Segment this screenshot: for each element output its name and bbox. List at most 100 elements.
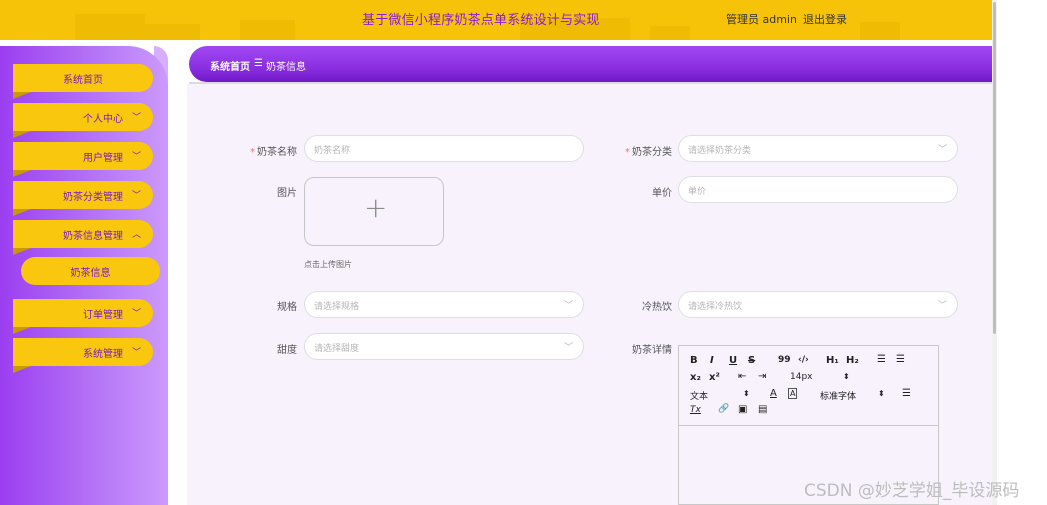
strike-button[interactable]: S <box>748 355 755 366</box>
chevron-updown-icon: ⬍ <box>843 372 850 381</box>
code-block-button[interactable]: ‹/› <box>798 355 809 365</box>
chevron-down-icon: ﹀ <box>937 301 947 311</box>
sweetness-select-placeholder: 请选择甜度 <box>314 344 360 354</box>
sidebar-item-label: 奶茶信息管理 <box>63 231 123 242</box>
spec-select-placeholder: 请选择规格 <box>314 302 360 312</box>
paragraph-format-select[interactable]: 文本 <box>690 389 708 402</box>
top-header: 基于微信小程序奶茶点单系统设计与实现 管理员 admin 退出登录 <box>0 0 992 40</box>
image-upload-hint: 点击上传图片 <box>304 260 352 269</box>
background-color-button[interactable]: A <box>788 388 798 399</box>
spec-field-label: 规格 <box>277 302 297 313</box>
bullet-list-button[interactable]: ☰ <box>896 354 905 365</box>
image-button[interactable]: ▣ <box>738 404 747 415</box>
plus-icon: + <box>364 191 388 224</box>
ordered-list-button[interactable]: ☰ <box>877 354 886 365</box>
temperature-select-placeholder: 请选择冷热饮 <box>688 302 743 312</box>
ribbon-fold <box>13 170 31 177</box>
sweetness-field-label: 甜度 <box>277 345 297 356</box>
image-field-label: 图片 <box>277 188 297 199</box>
header-decoration <box>650 26 690 40</box>
subscript-button[interactable]: x₂ <box>690 372 701 383</box>
sidebar-item-label: 奶茶分类管理 <box>63 192 123 203</box>
heading-2-button[interactable]: H₂ <box>846 355 859 366</box>
ribbon-fold <box>13 327 31 334</box>
price-field-label: 单价 <box>652 188 672 199</box>
heading-1-button[interactable]: H₁ <box>826 355 839 366</box>
spec-select[interactable]: 请选择规格 ﹀ <box>304 291 584 318</box>
app-title: 基于微信小程序奶茶点单系统设计与实现 <box>362 13 600 28</box>
chevron-down-icon: ﹀ <box>131 191 141 201</box>
detail-field-label: 奶茶详情 <box>632 345 672 356</box>
ribbon-fold <box>13 131 31 138</box>
font-color-button[interactable]: A <box>770 388 777 399</box>
name-input[interactable]: 奶茶名称 <box>304 135 584 162</box>
sidebar-item-user-management[interactable]: 用户管理 ﹀ <box>13 142 153 177</box>
watermark-text: CSDN @妙芝学姐_毕设源码 <box>804 481 1020 501</box>
editor-toolbar: B I U S 99 ‹/› H₁ H₂ ☰ ☰ x₂ x² ⇤ ⇥ 14px … <box>679 346 938 426</box>
ribbon-fold <box>13 92 31 99</box>
app-page: 基于微信小程序奶茶点单系统设计与实现 管理员 admin 退出登录 系统首页 个… <box>0 0 1047 505</box>
sidebar-item-tea-info-management[interactable]: 奶茶信息管理 ︿ <box>13 220 153 255</box>
header-decoration <box>75 14 145 40</box>
page-scrollbar-thumb[interactable] <box>993 2 996 334</box>
sidebar-item-label: 个人中心 <box>83 114 123 125</box>
video-button[interactable]: ▤ <box>758 404 767 415</box>
logout-link[interactable]: 退出登录 <box>803 11 847 27</box>
indent-button[interactable]: ⇥ <box>758 371 766 382</box>
sidebar-item-personal-center[interactable]: 个人中心 ﹀ <box>13 103 153 138</box>
ribbon-fold <box>13 209 31 216</box>
sidebar-item-home[interactable]: 系统首页 <box>13 64 153 99</box>
sidebar-item-label: 订单管理 <box>83 310 123 321</box>
required-mark: * <box>250 147 255 158</box>
header-decoration <box>145 24 200 40</box>
superscript-button[interactable]: x² <box>709 372 720 383</box>
temperature-field-label: 冷热饮 <box>642 302 672 313</box>
chevron-updown-icon: ⬍ <box>743 389 750 398</box>
breadcrumb-home-link[interactable]: 系统首页 <box>210 58 250 73</box>
temperature-select[interactable]: 请选择冷热饮 ﹀ <box>678 291 958 318</box>
outdent-button[interactable]: ⇤ <box>738 371 746 382</box>
sidebar-item-label: 用户管理 <box>83 153 123 164</box>
sidebar-subitem-label: 奶茶信息 <box>70 268 111 279</box>
chevron-down-icon: ﹀ <box>131 309 141 319</box>
bold-button[interactable]: B <box>690 355 698 366</box>
clear-format-button[interactable]: Tx <box>690 405 701 415</box>
chevron-down-icon: ﹀ <box>937 145 947 155</box>
chevron-down-icon: ﹀ <box>563 343 573 353</box>
breadcrumb: 系统首页 ☰ 奶茶信息 <box>189 46 992 86</box>
sidebar-item-system-management[interactable]: 系统管理 ﹀ <box>13 338 153 373</box>
italic-button[interactable]: I <box>710 355 714 366</box>
font-size-select[interactable]: 14px <box>790 372 813 382</box>
price-input[interactable]: 单价 <box>678 176 958 203</box>
name-field-label: * 奶茶名称 <box>250 147 297 158</box>
required-mark: * <box>625 147 630 158</box>
align-button[interactable]: ☰ <box>902 388 911 399</box>
chevron-down-icon: ﹀ <box>131 152 141 162</box>
sidebar-item-order-management[interactable]: 订单管理 ﹀ <box>13 299 153 334</box>
link-button[interactable]: 🔗 <box>718 404 729 414</box>
category-select[interactable]: 请选择奶茶分类 ﹀ <box>678 135 958 162</box>
header-decoration <box>860 22 900 40</box>
sidebar-item-category-management[interactable]: 奶茶分类管理 ﹀ <box>13 181 153 216</box>
category-field-label: * 奶茶分类 <box>625 147 672 158</box>
chevron-down-icon: ﹀ <box>563 301 573 311</box>
name-input-placeholder: 奶茶名称 <box>314 146 351 156</box>
chevron-up-icon: ︿ <box>131 230 141 240</box>
sidebar-subitem-tea-info[interactable]: 奶茶信息 <box>21 257 160 285</box>
category-select-placeholder: 请选择奶茶分类 <box>688 146 752 156</box>
breadcrumb-separator-icon: ☰ <box>254 58 263 69</box>
chevron-updown-icon: ⬍ <box>878 389 885 398</box>
image-upload[interactable]: + <box>304 177 444 246</box>
ribbon-fold <box>13 366 31 373</box>
header-decoration <box>240 20 295 40</box>
chevron-down-icon: ﹀ <box>131 348 141 358</box>
breadcrumb-current: 奶茶信息 <box>266 62 306 73</box>
underline-button[interactable]: U <box>729 355 737 366</box>
chevron-down-icon: ﹀ <box>131 113 141 123</box>
blockquote-button[interactable]: 99 <box>778 355 791 365</box>
font-family-select[interactable]: 标准字体 <box>820 389 856 402</box>
ribbon-fold <box>13 248 31 255</box>
sidebar-item-label: 系统管理 <box>83 349 123 360</box>
current-user-label: 管理员 admin <box>726 13 797 26</box>
sweetness-select[interactable]: 请选择甜度 ﹀ <box>304 333 584 360</box>
